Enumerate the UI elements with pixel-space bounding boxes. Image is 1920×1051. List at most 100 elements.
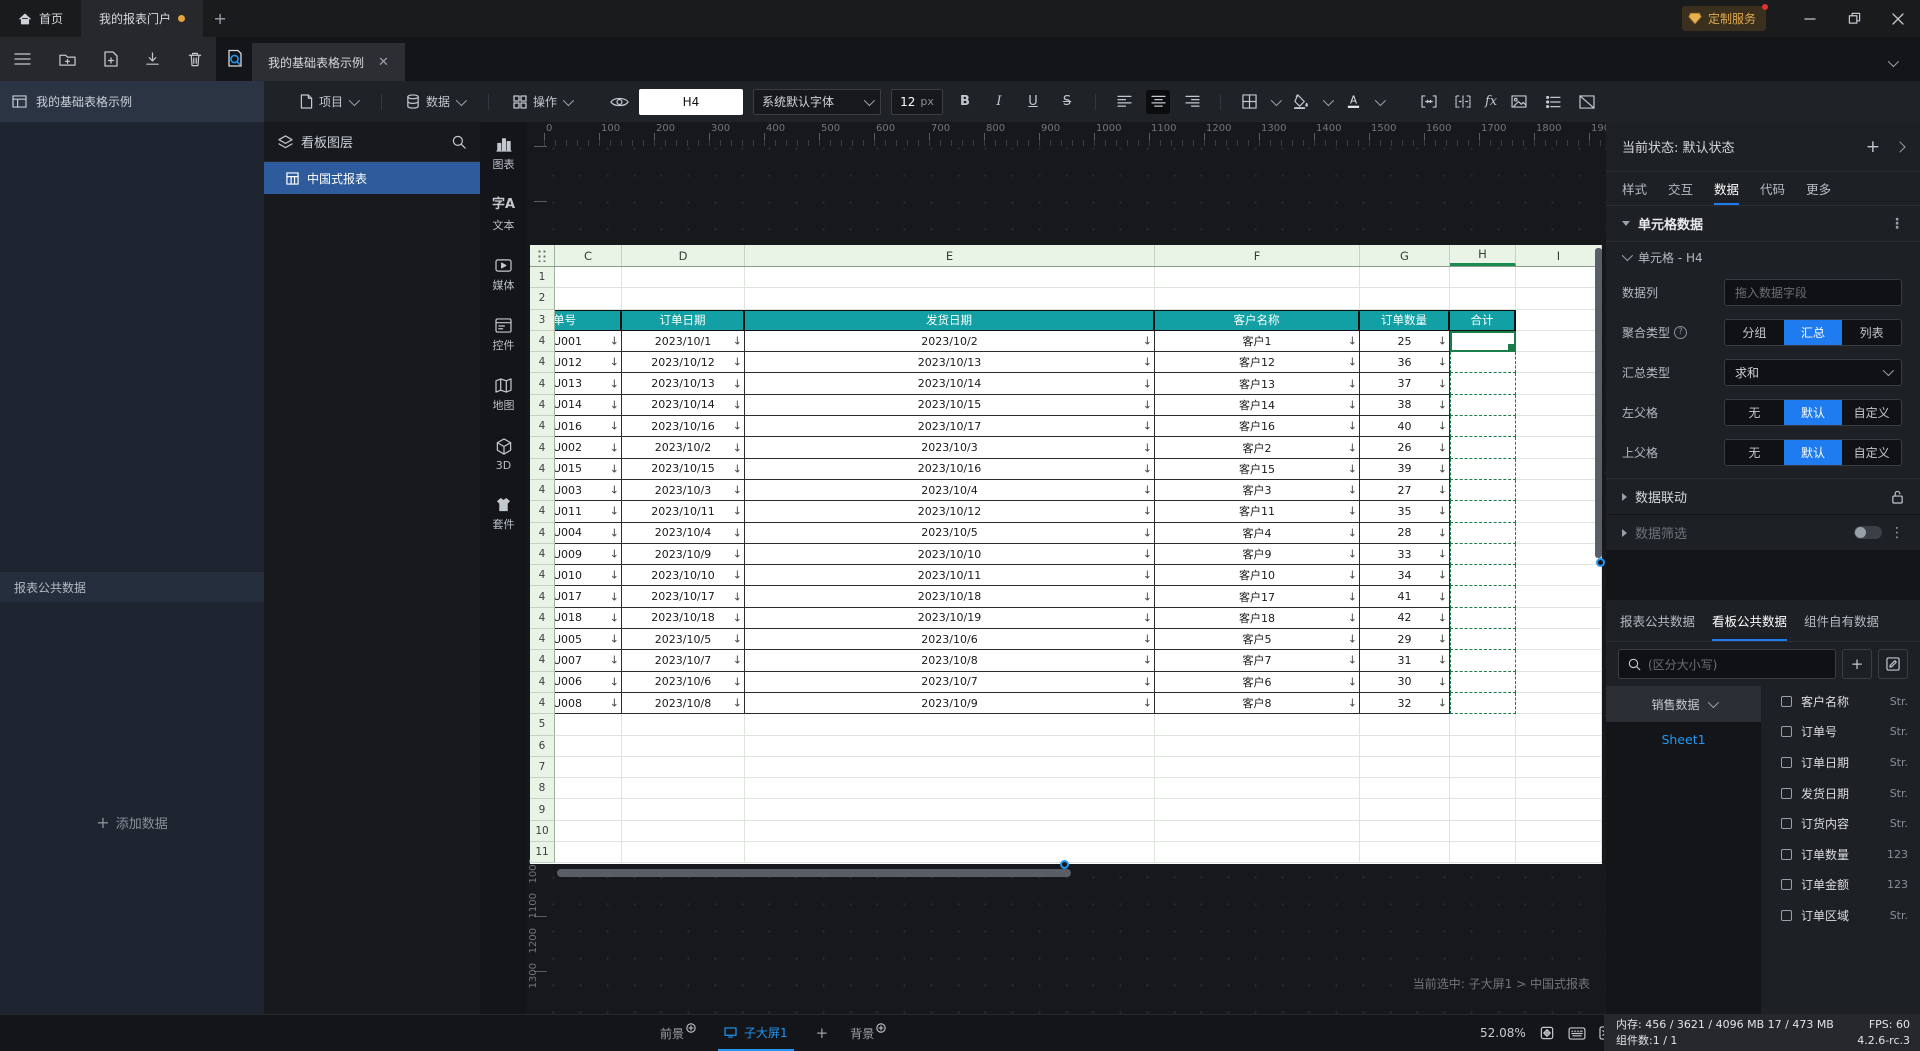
tab-interaction[interactable]: 交互 (1668, 172, 1693, 205)
field-checkbox[interactable] (1781, 909, 1792, 921)
sheet-cell[interactable] (1360, 842, 1450, 864)
table-data-cell[interactable]: 2023/10/12 ↓ (622, 352, 745, 374)
table-data-cell[interactable]: 33 ↓ (1360, 543, 1450, 566)
row-header[interactable]: 4 (530, 671, 555, 693)
table-data-cell[interactable]: U003 ↓ (555, 479, 622, 502)
column-header[interactable]: C (555, 245, 622, 266)
sheet-cell[interactable] (745, 799, 1155, 821)
sheet-cell[interactable] (1450, 799, 1516, 821)
sheet-cell[interactable] (1516, 650, 1602, 672)
row-header[interactable]: 4 (530, 543, 555, 566)
column-header[interactable]: E (745, 245, 1155, 266)
field-checkbox[interactable] (1781, 756, 1792, 768)
row-header[interactable]: 4 (530, 586, 555, 608)
column-header[interactable]: D (622, 245, 745, 266)
rail-item-kit[interactable]: 套件 (493, 497, 515, 532)
sheet-cell[interactable] (622, 714, 745, 736)
row-header[interactable]: 4 (530, 330, 555, 353)
table-data-cell[interactable]: 2023/10/5 ↓ (622, 629, 745, 651)
bold-button[interactable]: B (953, 90, 977, 114)
table-data-cell[interactable]: 30 ↓ (1360, 671, 1450, 693)
font-color-dropdown-icon[interactable] (1374, 94, 1387, 106)
tab-home[interactable]: 首页 (0, 0, 81, 37)
tab-component-own-data[interactable]: 组件自有数据 (1804, 600, 1879, 641)
sheet-cell[interactable] (745, 714, 1155, 736)
sheet-cell[interactable] (1450, 756, 1516, 779)
table-data-cell[interactable]: 42 ↓ (1360, 607, 1450, 630)
download-button[interactable] (145, 51, 160, 67)
left-parent-default[interactable]: 默认 (1783, 399, 1843, 425)
table-data-cell[interactable]: 客户8 ↓ (1155, 692, 1360, 715)
table-data-cell[interactable]: 37 ↓ (1360, 373, 1450, 395)
fill-color-button[interactable] (1289, 90, 1313, 114)
sheet-cell[interactable] (1516, 629, 1602, 651)
add-foreground-icon[interactable] (686, 1022, 696, 1033)
top-parent-custom[interactable]: 自定义 (1842, 440, 1901, 465)
sheet-cell[interactable] (555, 778, 622, 800)
field-checkbox[interactable] (1781, 818, 1792, 830)
sheet-cell[interactable] (555, 267, 622, 289)
close-button[interactable] (1876, 0, 1920, 37)
summary-preview-cell[interactable] (1450, 565, 1516, 587)
sheet-cell[interactable] (622, 842, 745, 864)
table-data-cell[interactable]: 29 ↓ (1360, 629, 1450, 651)
row-header[interactable]: 7 (530, 756, 555, 779)
row-header[interactable]: 4 (530, 501, 555, 523)
table-data-cell[interactable]: 28 ↓ (1360, 522, 1450, 544)
sheet-cell[interactable] (1516, 522, 1602, 544)
italic-button[interactable]: I (987, 90, 1011, 114)
summary-preview-cell[interactable] (1450, 479, 1516, 502)
table-data-cell[interactable]: 25 ↓ (1360, 330, 1450, 353)
align-center-button[interactable] (1146, 89, 1170, 114)
table-data-cell[interactable]: U018 ↓ (555, 607, 622, 630)
edit-dataset-button[interactable] (1878, 649, 1908, 679)
table-header-cell[interactable]: 客户名称 (1155, 309, 1360, 331)
report-public-data-header[interactable]: 报表公共数据 (0, 572, 264, 602)
row-header[interactable]: 5 (530, 714, 555, 736)
agg-option-group[interactable]: 分组 (1725, 320, 1784, 345)
column-header[interactable]: H (1450, 245, 1516, 266)
sheet-cell[interactable] (745, 778, 1155, 800)
sheet-horizontal-scrollbar[interactable] (557, 869, 1071, 877)
sheet-cell[interactable] (1516, 543, 1602, 566)
rail-item-chart[interactable]: 图表 (493, 136, 515, 172)
sheet-cell[interactable] (1516, 671, 1602, 693)
tab-code[interactable]: 代码 (1760, 172, 1785, 205)
help-icon[interactable]: ? (1674, 325, 1688, 339)
sheet-cell[interactable] (1155, 842, 1360, 864)
top-parent-default[interactable]: 默认 (1783, 439, 1843, 465)
table-data-cell[interactable]: 34 ↓ (1360, 565, 1450, 587)
fill-handle[interactable] (1508, 344, 1514, 351)
sheet-cell[interactable] (1516, 479, 1602, 502)
maximize-button[interactable] (1832, 0, 1876, 37)
left-parent-none[interactable]: 无 (1725, 400, 1784, 425)
table-data-cell[interactable]: 客户17 ↓ (1155, 586, 1360, 608)
field-row[interactable]: 订单数量 123 (1761, 839, 1920, 870)
row-header[interactable]: 3 (530, 309, 555, 331)
summary-preview-cell[interactable] (1450, 586, 1516, 608)
table-data-cell[interactable]: 31 ↓ (1360, 650, 1450, 672)
merge-cells-button[interactable] (1417, 90, 1441, 114)
table-data-cell[interactable]: 客户7 ↓ (1155, 650, 1360, 672)
rail-item-text[interactable]: 字A 文本 (492, 197, 515, 233)
table-data-cell[interactable]: 2023/10/4 ↓ (745, 479, 1155, 502)
table-data-cell[interactable]: 2023/10/3 ↓ (745, 437, 1155, 459)
cell-reference-input[interactable] (639, 88, 743, 115)
table-data-cell[interactable]: 2023/10/11 ↓ (745, 565, 1155, 587)
sheet-cell[interactable] (1516, 437, 1602, 459)
top-parent-none[interactable]: 无 (1725, 440, 1784, 465)
collapse-toolbar-icon[interactable] (1887, 52, 1900, 71)
table-data-cell[interactable]: 2023/10/12 ↓ (745, 501, 1155, 523)
table-data-cell[interactable]: 客户4 ↓ (1155, 522, 1360, 544)
sheet-cell[interactable] (745, 842, 1155, 864)
border-dropdown-icon[interactable] (1270, 94, 1283, 106)
agg-option-summary[interactable]: 汇总 (1783, 319, 1843, 345)
table-data-cell[interactable]: 2023/10/10 ↓ (745, 543, 1155, 566)
table-header-cell[interactable]: 订单日期 (622, 309, 745, 331)
summary-preview-cell[interactable] (1450, 394, 1516, 417)
sheet-cell[interactable] (1516, 607, 1602, 630)
table-header-cell[interactable]: 发货日期 (745, 309, 1155, 331)
table-data-cell[interactable]: 2023/10/11 ↓ (622, 501, 745, 523)
sheet-cell[interactable] (1155, 714, 1360, 736)
agg-option-list[interactable]: 列表 (1842, 320, 1901, 345)
